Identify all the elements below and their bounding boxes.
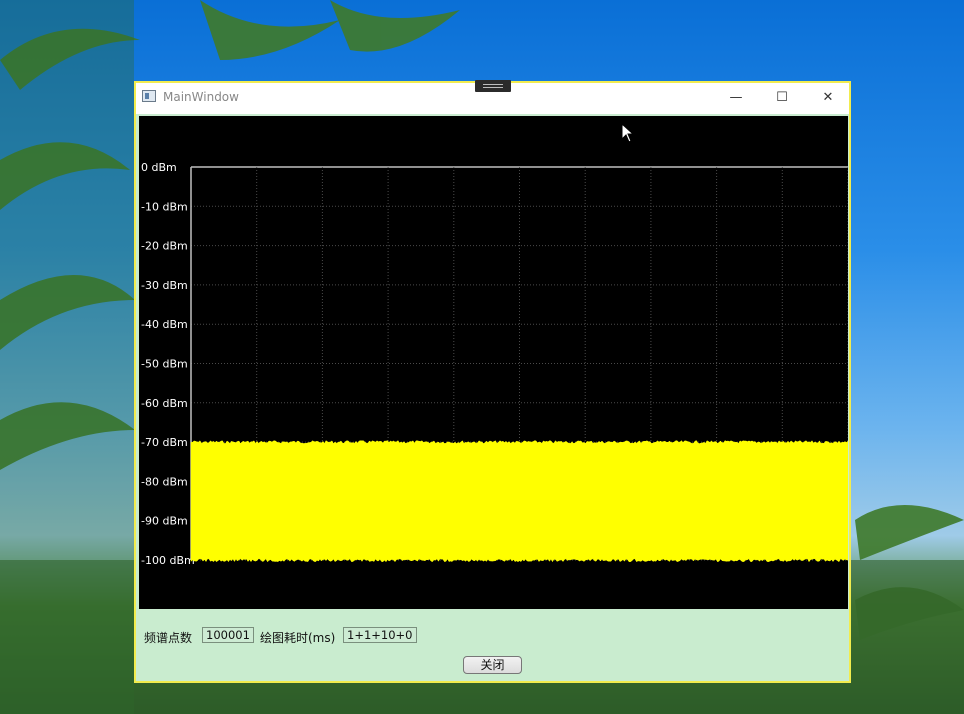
y-tick-label: -50 dBm bbox=[141, 358, 188, 371]
close-window-button[interactable]: ✕ bbox=[805, 83, 851, 111]
points-value: 100001 bbox=[202, 627, 254, 643]
y-tick-label: -60 dBm bbox=[141, 397, 188, 410]
y-tick-label: -30 dBm bbox=[141, 279, 188, 292]
points-label: 频谱点数 bbox=[144, 631, 193, 645]
y-tick-label: -10 dBm bbox=[141, 200, 188, 213]
draw-time-label: 绘图耗时(ms) bbox=[260, 631, 336, 645]
close-button[interactable]: 关闭 bbox=[463, 656, 522, 674]
maximize-button[interactable]: ☐ bbox=[759, 83, 805, 111]
spectrum-chart-svg: 0 dBm -10 dBm -20 dBm -30 dBm -40 dBm -50 dBm… bbox=[141, 161, 849, 567]
y-tick-label: -70 dBm bbox=[141, 436, 188, 449]
snap-grip-icon[interactable] bbox=[475, 80, 511, 92]
spectrum-chart: 0 dBm -10 dBm -20 dBm -30 dBm -40 dBm -50 dBm… bbox=[139, 116, 849, 609]
mouse-cursor-icon bbox=[621, 123, 635, 143]
spectrum-trace bbox=[190, 440, 849, 563]
title-bar[interactable]: MainWindow — ☐ ✕ bbox=[136, 80, 851, 114]
y-tick-label: -90 dBm bbox=[141, 515, 188, 528]
y-tick-label: -40 dBm bbox=[141, 318, 188, 331]
minimize-button[interactable]: — bbox=[713, 83, 759, 111]
y-tick-label: -100 dBm bbox=[141, 554, 195, 567]
y-tick-label: -20 dBm bbox=[141, 240, 188, 253]
app-window-icon bbox=[142, 90, 156, 102]
y-tick-label: -80 dBm bbox=[141, 475, 188, 488]
y-tick-label: 0 dBm bbox=[141, 161, 177, 174]
status-footer: 频谱点数 100001 绘图耗时(ms) 1+1+10+0 关闭 bbox=[136, 611, 849, 681]
main-window: MainWindow — ☐ ✕ 0 dBm -10 dBm -20 dBm -30 … bbox=[134, 80, 851, 683]
window-title: MainWindow bbox=[163, 90, 239, 104]
draw-time-value: 1+1+10+0 bbox=[343, 627, 417, 643]
